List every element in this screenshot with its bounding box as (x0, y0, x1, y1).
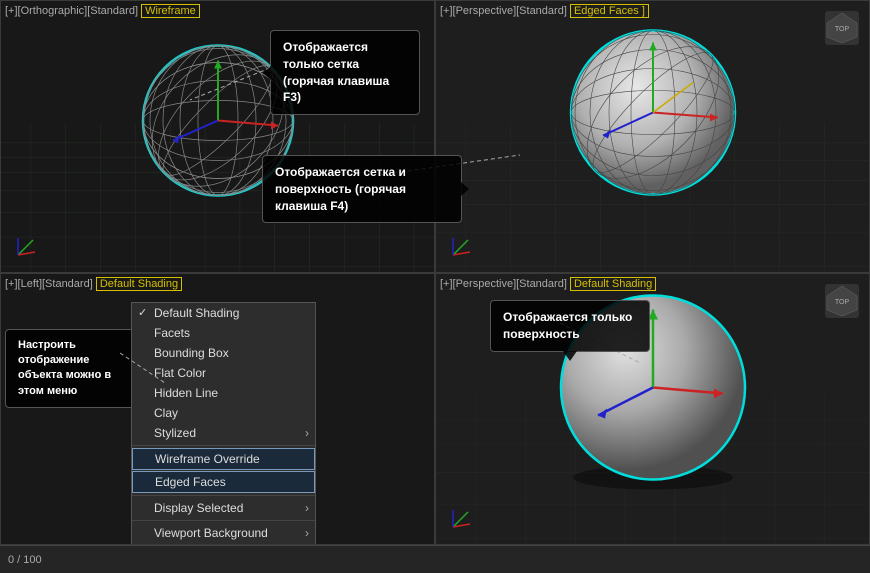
vp-topright-header: [+][Perspective][Standard] Edged Faces ] (440, 4, 649, 18)
vp-bottomright-label: Default Shading (570, 277, 656, 291)
menu-item-facets[interactable]: Facets (132, 323, 315, 343)
viewport-grid: [+][Orthographic][Standard] Wireframe (0, 0, 870, 545)
status-progress: 0 / 100 (8, 554, 862, 566)
axis-indicator-tr (448, 230, 478, 260)
menu-sep-1 (132, 445, 315, 446)
menu-item-viewport-background[interactable]: Viewport Background (132, 523, 315, 543)
vp-bottomright-prefix: [+][Perspective][Standard] (440, 278, 567, 290)
solid-sphere (548, 288, 758, 503)
axis-indicator-tl (13, 230, 43, 260)
vp-bottomleft-label: Default Shading (96, 277, 182, 291)
vp-topright-prefix: [+][Perspective][Standard] (440, 5, 567, 17)
menu-item-hidden-line[interactable]: Hidden Line (132, 383, 315, 403)
menu-item-stylized[interactable]: Stylized (132, 423, 315, 443)
vp-topleft-prefix: [+][Orthographic][Standard] (5, 5, 138, 17)
viewport-topright[interactable]: [+][Perspective][Standard] Edged Faces ] (435, 0, 870, 273)
annotation-bottomleft-text: Настроить отображение объекта можно в эт… (18, 339, 111, 397)
viewport-topleft[interactable]: [+][Orthographic][Standard] Wireframe (0, 0, 435, 273)
menu-item-default-shading[interactable]: Default Shading (132, 303, 315, 323)
menu-item-bounding-box[interactable]: Bounding Box (132, 343, 315, 363)
vp-topleft-label: Wireframe (141, 4, 200, 18)
edged-faces-sphere (558, 17, 748, 212)
menu-item-clay[interactable]: Clay (132, 403, 315, 423)
vp-topright-label: Edged Faces ] (570, 4, 649, 18)
wireframe-sphere-tl (133, 35, 303, 210)
viewport-bottomright[interactable]: [+][Perspective][Standard] Default Shadi… (435, 273, 870, 546)
menu-item-wireframe-override[interactable]: Wireframe Override (132, 448, 315, 470)
status-bar: 0 / 100 (0, 545, 870, 573)
axis-indicator-br (448, 502, 478, 532)
menu-item-edged-faces[interactable]: Edged Faces (132, 471, 315, 493)
nav-cube-br: TOP (823, 282, 861, 320)
vp-bottomleft-prefix: [+][Left][Standard] (5, 278, 93, 290)
svg-text:TOP: TOP (835, 26, 850, 33)
menu-sep-2 (132, 495, 315, 496)
menu-item-flat-color[interactable]: Flat Color (132, 363, 315, 383)
nav-cube-tr: TOP (823, 9, 861, 47)
menu-item-display-selected[interactable]: Display Selected (132, 498, 315, 518)
vp-bottomright-header: [+][Perspective][Standard] Default Shadi… (440, 277, 656, 291)
menu-sep-3 (132, 520, 315, 521)
viewport-bottomleft[interactable]: [+][Left][Standard] Default Shading Defa… (0, 273, 435, 546)
annotation-bottom-left: Настроить отображение объекта можно в эт… (5, 329, 135, 409)
svg-text:TOP: TOP (835, 299, 850, 306)
vp-topleft-header: [+][Orthographic][Standard] Wireframe (5, 4, 200, 18)
context-menu: Default Shading Facets Bounding Box Flat… (131, 302, 316, 546)
vp-bottomleft-header: [+][Left][Standard] Default Shading (5, 277, 182, 291)
menu-item-per-view-pref[interactable]: Per-View Preference (132, 543, 315, 546)
